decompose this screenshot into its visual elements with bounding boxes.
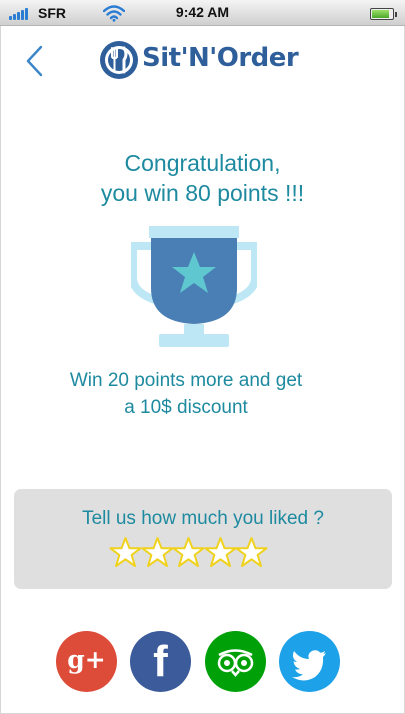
bonus-line-2: a 10$ discount xyxy=(124,397,248,418)
trophy-icon xyxy=(131,226,257,347)
star-icon[interactable] xyxy=(172,536,205,569)
rating-panel: Tell us how much you liked ? xyxy=(14,489,392,589)
tripadvisor-icon xyxy=(217,649,254,677)
battery-level xyxy=(372,10,389,18)
fork-knife-icon xyxy=(100,41,138,79)
battery-icon xyxy=(370,8,397,20)
bonus-line-1: Win 20 points more and get xyxy=(69,370,303,391)
star-icon[interactable] xyxy=(141,536,174,569)
star-rating[interactable] xyxy=(109,536,269,570)
clock: 9:42 AM xyxy=(175,4,230,20)
logo-text: Sit'N'Order xyxy=(142,43,299,73)
twitter-icon xyxy=(292,650,326,681)
google-plus-icon: g+ xyxy=(67,645,106,674)
twitter-button[interactable] xyxy=(279,631,340,692)
congrats-line-1: Congratulation, xyxy=(124,150,281,176)
status-bar: SFR 9:42 AM xyxy=(0,0,405,26)
star-icon[interactable] xyxy=(235,536,268,569)
google-plus-button[interactable]: g+ xyxy=(56,631,117,692)
congrats-message: Congratulation, you win 80 points !!! xyxy=(0,148,405,208)
star-icon[interactable] xyxy=(109,536,142,569)
bonus-message: Win 20 points more and get a 10$ discoun… xyxy=(0,367,372,421)
star-icon[interactable] xyxy=(204,536,237,569)
rating-title: Tell us how much you liked ? xyxy=(82,508,324,529)
congrats-line-2: you win 80 points !!! xyxy=(100,180,305,206)
tripadvisor-button[interactable] xyxy=(205,631,266,692)
facebook-button[interactable]: f xyxy=(130,631,191,692)
chevron-left-icon xyxy=(26,45,43,77)
facebook-icon: f xyxy=(153,637,168,686)
back-button[interactable] xyxy=(22,44,48,78)
phone-frame xyxy=(0,0,405,714)
